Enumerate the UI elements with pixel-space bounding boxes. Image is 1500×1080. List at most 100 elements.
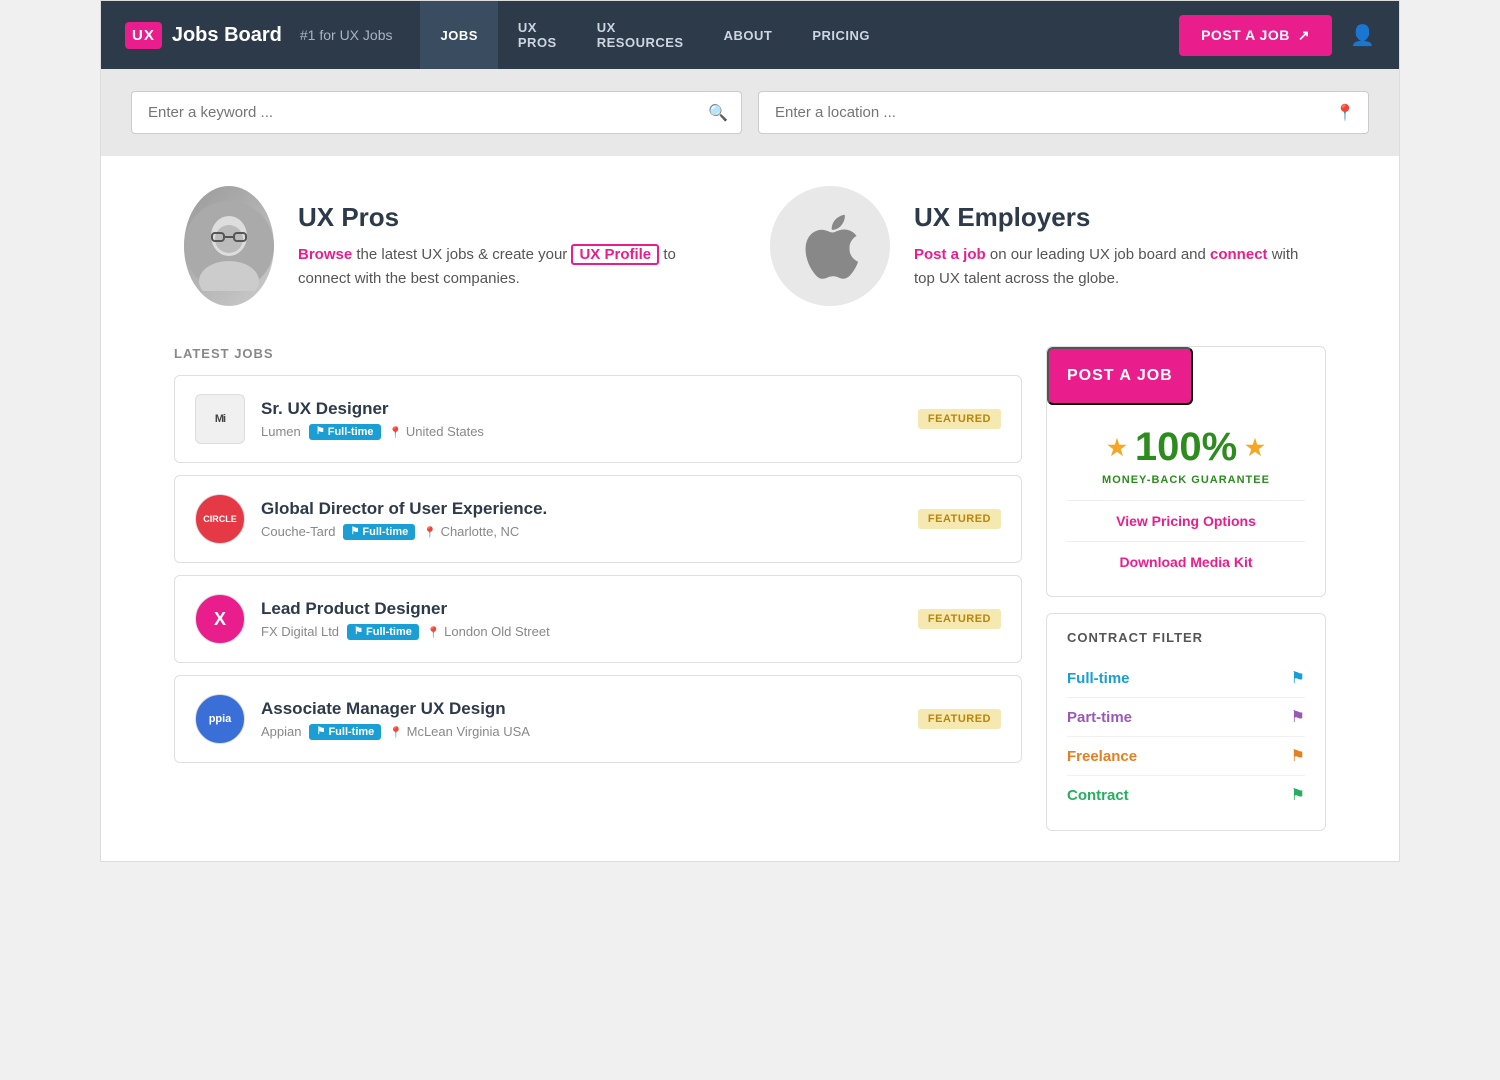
ux-employers-description: Post a job on our leading UX job board a… bbox=[914, 243, 1316, 291]
keyword-search-wrap: 🔍 bbox=[131, 91, 742, 134]
latest-jobs-label: LATEST JOBS bbox=[174, 346, 1022, 361]
location-pin-icon: 📍 bbox=[1335, 103, 1355, 123]
search-icon: 🔍 bbox=[708, 103, 728, 123]
job-logo-3: X bbox=[195, 594, 245, 644]
contract-item-contract[interactable]: Contract bbox=[1067, 776, 1305, 814]
job-title-2: Global Director of User Experience. bbox=[261, 499, 902, 519]
jobs-column: LATEST JOBS Mi Sr. UX Designer Lumen Ful… bbox=[174, 346, 1022, 831]
logo-box: UX bbox=[125, 22, 162, 49]
star-left-icon: ★ bbox=[1107, 435, 1127, 461]
tagline: #1 for UX Jobs bbox=[300, 27, 393, 43]
job-card-1[interactable]: Mi Sr. UX Designer Lumen Full-time Unite… bbox=[174, 375, 1022, 463]
brand-name: Jobs Board bbox=[172, 24, 282, 47]
location-search-input[interactable] bbox=[758, 91, 1369, 134]
browse-link[interactable]: Browse bbox=[298, 246, 352, 263]
job-meta-2: Couche-Tard Full-time Charlotte, NC bbox=[261, 524, 902, 540]
promo-section: UX Pros Browse the latest UX jobs & crea… bbox=[174, 186, 1326, 306]
job-meta-3: FX Digital Ltd Full-time London Old Stre… bbox=[261, 624, 902, 640]
job-title-4: Associate Manager UX Design bbox=[261, 699, 902, 719]
ux-pros-card: UX Pros Browse the latest UX jobs & crea… bbox=[184, 186, 730, 306]
contract-item-fulltime[interactable]: Full-time bbox=[1067, 659, 1305, 698]
job-info-2: Global Director of User Experience. Couc… bbox=[261, 499, 902, 540]
featured-badge-3: FEATURED bbox=[918, 609, 1001, 629]
job-title-1: Sr. UX Designer bbox=[261, 399, 902, 419]
ux-employers-text: UX Employers Post a job on our leading U… bbox=[914, 202, 1316, 291]
post-job-label: POST A JOB bbox=[1201, 27, 1290, 43]
keyword-search-input[interactable] bbox=[131, 91, 742, 134]
content-columns: LATEST JOBS Mi Sr. UX Designer Lumen Ful… bbox=[174, 346, 1326, 831]
post-job-sidebar-box: POST A JOB ★ 100% ★ MONEY-BACK GUARANTEE… bbox=[1046, 346, 1326, 597]
ux-employers-logo bbox=[770, 186, 890, 306]
job-meta-1: Lumen Full-time United States bbox=[261, 424, 902, 440]
job-location-1: United States bbox=[389, 424, 484, 439]
contract-label-contract: Contract bbox=[1067, 787, 1129, 804]
job-location-2: Charlotte, NC bbox=[423, 524, 519, 539]
connect-link[interactable]: connect bbox=[1210, 246, 1268, 263]
guarantee-number: 100% bbox=[1135, 425, 1237, 470]
guarantee-section: ★ 100% ★ MONEY-BACK GUARANTEE View Prici… bbox=[1047, 405, 1325, 596]
ux-pros-heading: UX Pros bbox=[298, 202, 730, 233]
view-pricing-link[interactable]: View Pricing Options bbox=[1067, 507, 1305, 535]
nav-item-about[interactable]: ABOUT bbox=[704, 1, 793, 69]
job-badge-1: Full-time bbox=[309, 424, 381, 440]
flag-contract-icon bbox=[1291, 785, 1305, 805]
nav-item-ux-resources[interactable]: UX RESOURCES bbox=[577, 1, 704, 69]
contract-filter-title: CONTRACT FILTER bbox=[1067, 630, 1305, 645]
job-badge-3: Full-time bbox=[347, 624, 419, 640]
job-title-3: Lead Product Designer bbox=[261, 599, 902, 619]
job-badge-2: Full-time bbox=[343, 524, 415, 540]
download-media-link[interactable]: Download Media Kit bbox=[1067, 548, 1305, 576]
main-content: UX Pros Browse the latest UX jobs & crea… bbox=[150, 156, 1350, 861]
job-company-2: Couche-Tard bbox=[261, 524, 335, 539]
featured-badge-2: FEATURED bbox=[918, 509, 1001, 529]
job-card-3[interactable]: X Lead Product Designer FX Digital Ltd F… bbox=[174, 575, 1022, 663]
job-logo-1: Mi bbox=[195, 394, 245, 444]
job-logo-2: CIRCLE bbox=[195, 494, 245, 544]
navbar: UX Jobs Board #1 for UX Jobs JOBS UX PRO… bbox=[101, 1, 1399, 69]
star-right-icon: ★ bbox=[1245, 435, 1265, 461]
external-link-icon: ↗ bbox=[1298, 27, 1310, 44]
job-company-1: Lumen bbox=[261, 424, 301, 439]
user-icon: 👤 bbox=[1350, 25, 1375, 47]
job-card-2[interactable]: CIRCLE Global Director of User Experienc… bbox=[174, 475, 1022, 563]
contract-item-freelance[interactable]: Freelance bbox=[1067, 737, 1305, 776]
post-a-job-link[interactable]: Post a job bbox=[914, 246, 986, 263]
post-job-button[interactable]: POST A JOB ↗ bbox=[1179, 15, 1332, 56]
job-info-4: Associate Manager UX Design Appian Full-… bbox=[261, 699, 902, 740]
sidebar-column: POST A JOB ★ 100% ★ MONEY-BACK GUARANTEE… bbox=[1046, 346, 1326, 831]
location-search-wrap: 📍 bbox=[758, 91, 1369, 134]
guarantee-percent: ★ 100% ★ bbox=[1067, 425, 1305, 470]
contract-label-fulltime: Full-time bbox=[1067, 670, 1130, 687]
flag-parttime-icon bbox=[1291, 707, 1305, 727]
contract-filter-box: CONTRACT FILTER Full-time Part-time Free… bbox=[1046, 613, 1326, 831]
user-account-button[interactable]: 👤 bbox=[1350, 23, 1375, 48]
ux-employers-heading: UX Employers bbox=[914, 202, 1316, 233]
job-meta-4: Appian Full-time McLean Virginia USA bbox=[261, 724, 902, 740]
contract-label-parttime: Part-time bbox=[1067, 709, 1132, 726]
contract-label-freelance: Freelance bbox=[1067, 748, 1137, 765]
ux-profile-link[interactable]: UX Profile bbox=[571, 244, 659, 265]
job-info-1: Sr. UX Designer Lumen Full-time United S… bbox=[261, 399, 902, 440]
post-job-sidebar-button[interactable]: POST A JOB bbox=[1047, 347, 1193, 405]
featured-badge-1: FEATURED bbox=[918, 409, 1001, 429]
job-card-4[interactable]: ppia Associate Manager UX Design Appian … bbox=[174, 675, 1022, 763]
ux-pros-text: UX Pros Browse the latest UX jobs & crea… bbox=[298, 202, 730, 291]
job-company-4: Appian bbox=[261, 724, 301, 739]
nav-item-pricing[interactable]: PRICING bbox=[792, 1, 890, 69]
job-location-4: McLean Virginia USA bbox=[389, 724, 530, 739]
contract-item-parttime[interactable]: Part-time bbox=[1067, 698, 1305, 737]
flag-fulltime-icon bbox=[1291, 668, 1305, 688]
nav-item-jobs[interactable]: JOBS bbox=[420, 1, 497, 69]
job-company-3: FX Digital Ltd bbox=[261, 624, 339, 639]
ux-pros-avatar bbox=[184, 186, 274, 306]
job-badge-4: Full-time bbox=[309, 724, 381, 740]
search-section: 🔍 📍 bbox=[101, 69, 1399, 156]
logo[interactable]: UX Jobs Board bbox=[125, 22, 282, 49]
ux-pros-description: Browse the latest UX jobs & create your … bbox=[298, 243, 730, 291]
job-logo-4: ppia bbox=[195, 694, 245, 744]
nav-menu: JOBS UX PROS UX RESOURCES ABOUT PRICING bbox=[420, 1, 890, 69]
featured-badge-4: FEATURED bbox=[918, 709, 1001, 729]
job-location-3: London Old Street bbox=[427, 624, 550, 639]
flag-freelance-icon bbox=[1291, 746, 1305, 766]
nav-item-ux-pros[interactable]: UX PROS bbox=[498, 1, 577, 69]
